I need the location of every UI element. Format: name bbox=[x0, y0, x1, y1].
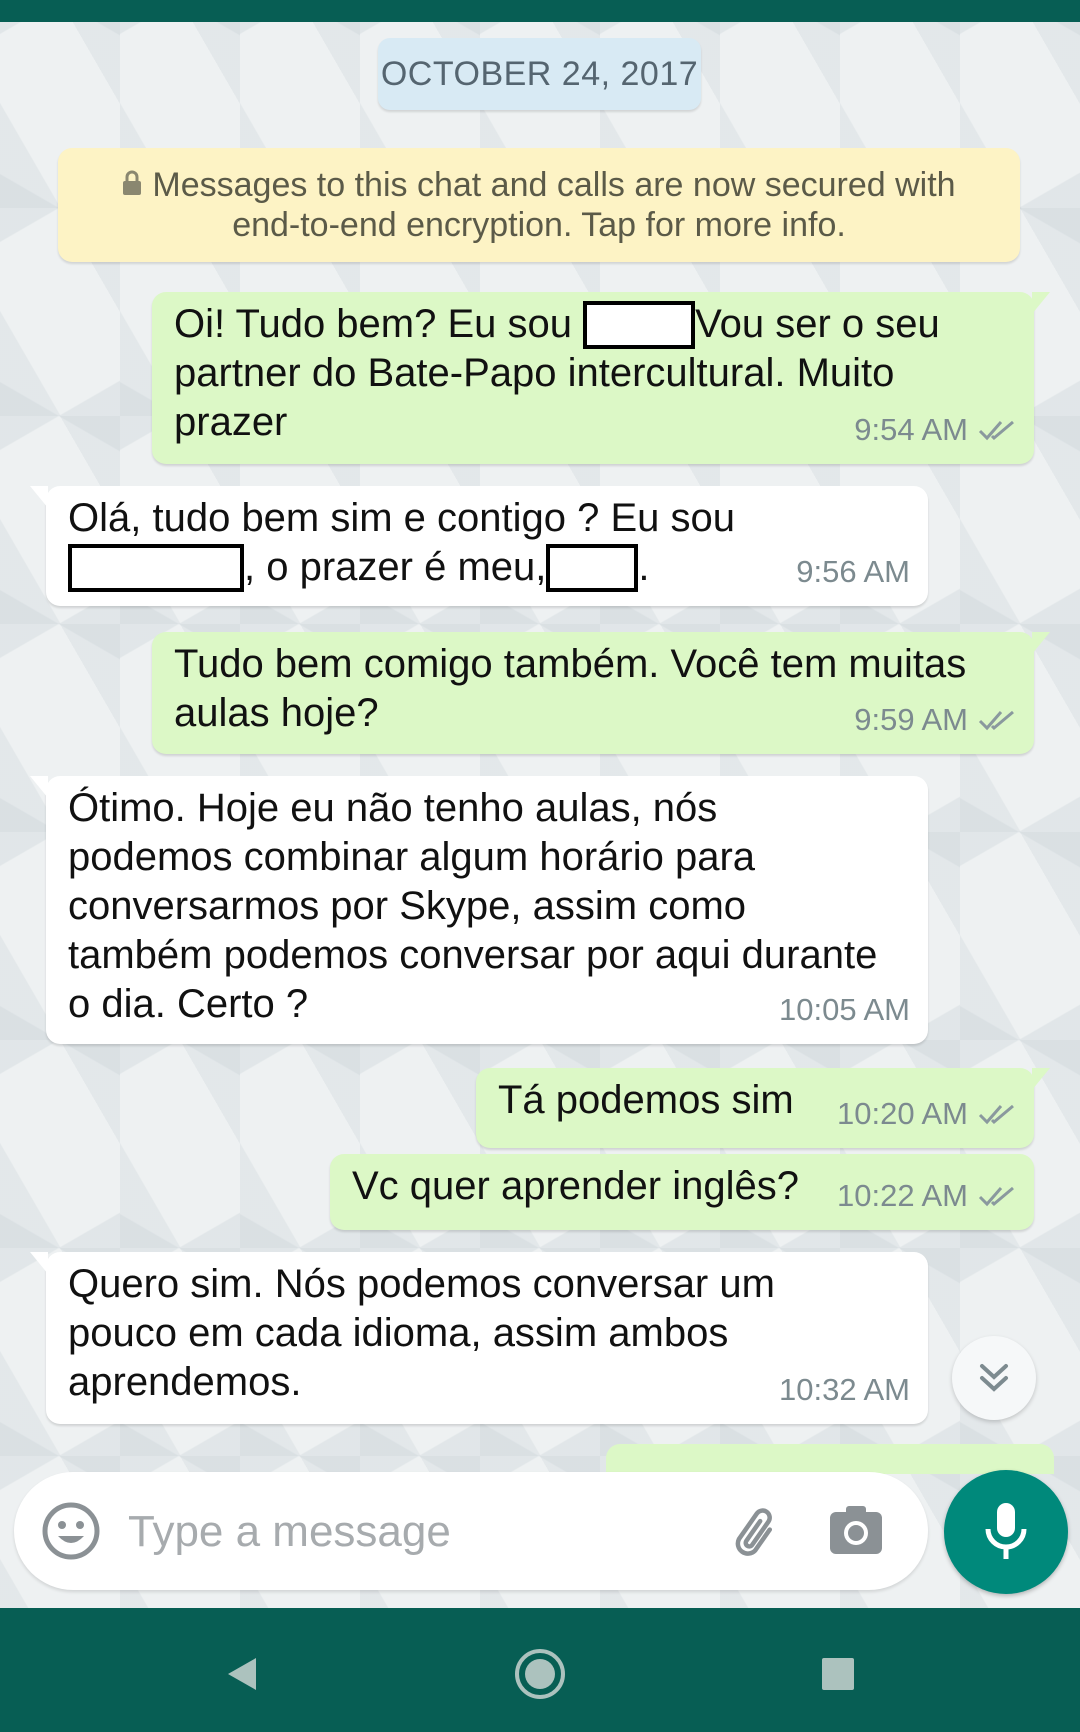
double-check-icon bbox=[978, 710, 1014, 730]
emoji-button[interactable] bbox=[40, 1500, 102, 1562]
home-circle-icon bbox=[515, 1649, 565, 1699]
emoji-icon bbox=[42, 1502, 100, 1560]
nav-back-button[interactable] bbox=[212, 1644, 272, 1704]
message-bubble-partial bbox=[606, 1444, 1054, 1474]
message-bubble-outgoing[interactable]: Tudo bem comigo também. Você tem muitas … bbox=[152, 632, 1050, 754]
message-composer bbox=[14, 1472, 928, 1590]
attach-button[interactable] bbox=[726, 1502, 786, 1562]
date-chip: OCTOBER 24, 2017 bbox=[378, 38, 701, 110]
message-meta: 9:59 AM bbox=[854, 695, 1016, 744]
message-text: Olá, tudo bem sim e contigo ? Eu sou bbox=[68, 496, 736, 540]
redaction-box bbox=[583, 301, 696, 349]
message-meta: 10:32 AM bbox=[779, 1365, 910, 1414]
message-bubble-outgoing[interactable]: Oi! Tudo bem? Eu sou Vou ser o seu partn… bbox=[152, 292, 1050, 464]
nav-home-button[interactable] bbox=[510, 1644, 570, 1704]
message-meta: 10:22 AM bbox=[837, 1171, 1016, 1220]
message-text: Quero sim. Nós podemos conversar um pouc… bbox=[68, 1262, 775, 1404]
message-time: 10:22 AM bbox=[837, 1178, 968, 1213]
message-time: 9:56 AM bbox=[796, 554, 910, 589]
encryption-notice-text: Messages to this chat and calls are now … bbox=[152, 166, 956, 244]
message-text: . bbox=[638, 545, 650, 589]
system-navigation-bar bbox=[0, 1608, 1080, 1732]
message-bubble-incoming[interactable]: Ótimo. Hoje eu não tenho aulas, nós pode… bbox=[30, 776, 928, 1044]
message-meta: 10:05 AM bbox=[779, 985, 910, 1034]
message-time: 9:59 AM bbox=[854, 702, 968, 737]
paperclip-icon bbox=[735, 1508, 773, 1556]
message-bubble-incoming[interactable]: Olá, tudo bem sim e contigo ? Eu sou , o… bbox=[30, 486, 928, 606]
message-text: Tudo bem comigo também. Você tem muitas … bbox=[174, 642, 967, 735]
scroll-to-bottom-button[interactable] bbox=[952, 1336, 1036, 1420]
double-check-icon bbox=[978, 1186, 1014, 1206]
redaction-box bbox=[546, 544, 639, 592]
encryption-notice[interactable]: Messages to this chat and calls are now … bbox=[58, 148, 1020, 262]
camera-button[interactable] bbox=[828, 1504, 884, 1556]
double-check-icon bbox=[978, 1104, 1014, 1124]
message-time: 10:32 AM bbox=[779, 1372, 910, 1407]
back-triangle-icon bbox=[228, 1658, 256, 1690]
message-time: 10:05 AM bbox=[779, 992, 910, 1027]
message-bubble-outgoing[interactable]: Vc quer aprender inglês? 10:22 AM bbox=[330, 1154, 1034, 1230]
message-bubble-outgoing[interactable]: Tá podemos sim 10:20 AM bbox=[476, 1068, 1050, 1148]
message-text: Tá podemos sim bbox=[498, 1078, 794, 1122]
message-time: 9:54 AM bbox=[854, 412, 968, 447]
double-check-icon bbox=[978, 420, 1014, 440]
redaction-box bbox=[68, 544, 244, 592]
message-bubble-incoming[interactable]: Quero sim. Nós podemos conversar um pouc… bbox=[30, 1252, 928, 1424]
recent-square-icon bbox=[822, 1658, 854, 1690]
voice-message-button[interactable] bbox=[944, 1470, 1068, 1594]
message-time: 10:20 AM bbox=[837, 1096, 968, 1131]
message-text: , o prazer é meu, bbox=[244, 545, 547, 589]
message-text: Ótimo. Hoje eu não tenho aulas, nós pode… bbox=[68, 786, 878, 1026]
camera-icon bbox=[830, 1506, 882, 1554]
message-text: Oi! Tudo bem? Eu sou bbox=[174, 302, 584, 346]
message-meta: 9:56 AM bbox=[796, 547, 910, 596]
app-header-strip bbox=[0, 0, 1080, 22]
mic-icon bbox=[985, 1503, 1027, 1559]
message-input[interactable] bbox=[126, 1496, 690, 1568]
message-meta: 10:20 AM bbox=[837, 1089, 1016, 1138]
message-meta: 9:54 AM bbox=[854, 405, 1016, 454]
chevron-double-down-icon bbox=[980, 1364, 1008, 1392]
date-chip-label: OCTOBER 24, 2017 bbox=[380, 54, 699, 93]
lock-icon bbox=[122, 165, 142, 205]
message-text: Vc quer aprender inglês? bbox=[352, 1164, 799, 1208]
nav-recents-button[interactable] bbox=[808, 1644, 868, 1704]
